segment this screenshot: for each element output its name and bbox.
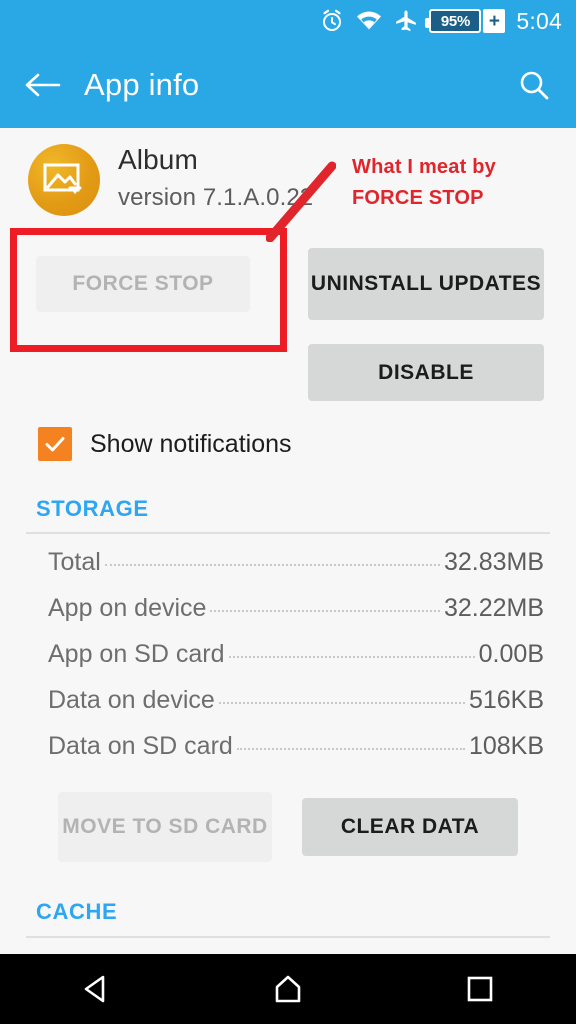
table-row: Data on SD card 108KB <box>0 732 576 778</box>
album-app-icon <box>28 144 100 216</box>
table-row: Data on device 516KB <box>0 686 576 732</box>
table-row: Total 32.83MB <box>0 548 576 594</box>
storage-rows-list: Total 32.83MB App on device 32.22MB App … <box>0 548 576 778</box>
airplane-mode-icon <box>394 9 418 33</box>
storage-row-label: Total <box>48 548 101 576</box>
cache-divider <box>26 936 550 938</box>
storage-row-label: Data on SD card <box>48 732 233 760</box>
checkbox-checked-icon[interactable] <box>38 427 72 461</box>
storage-row-value: 0.00B <box>478 640 544 668</box>
app-version-label: version 7.1.A.0.22 <box>118 184 314 211</box>
force-stop-button[interactable]: FORCE STOP <box>36 256 250 312</box>
annotation-line-1: What I meat by <box>352 156 496 178</box>
storage-divider <box>26 532 550 534</box>
nav-recents-icon[interactable] <box>420 954 540 1024</box>
show-notifications-row[interactable]: Show notifications <box>38 427 292 461</box>
table-row: App on device 32.22MB <box>0 594 576 640</box>
battery-percent-label: 95% <box>440 12 470 30</box>
disable-button[interactable]: DISABLE <box>308 344 544 401</box>
leader-dots <box>236 748 465 750</box>
storage-row-value: 32.22MB <box>443 594 544 622</box>
storage-section-header: STORAGE <box>36 496 149 521</box>
leader-dots <box>228 656 475 658</box>
uninstall-updates-button[interactable]: UNINSTALL UPDATES <box>308 248 544 320</box>
storage-row-label: App on SD card <box>48 640 225 668</box>
leader-dots <box>218 702 465 704</box>
app-name-label: Album <box>118 144 198 175</box>
storage-row-value: 32.83MB <box>443 548 544 576</box>
battery-charging-plus: + <box>483 9 506 33</box>
storage-row-label: Data on device <box>48 686 215 714</box>
leader-dots <box>210 610 440 612</box>
table-row: App on SD card 0.00B <box>0 640 576 686</box>
storage-row-value: 108KB <box>468 732 544 760</box>
wifi-icon <box>355 10 383 32</box>
app-bar: App info <box>0 42 576 128</box>
cache-section-header: CACHE <box>36 899 118 924</box>
leader-dots <box>104 564 440 566</box>
battery-icon: 95% + <box>425 9 506 33</box>
page-title: App info <box>84 67 200 102</box>
show-notifications-label: Show notifications <box>90 429 292 458</box>
status-bar-clock: 5:04 <box>516 7 562 34</box>
move-to-sd-card-button[interactable]: MOVE TO SD CARD <box>58 792 272 862</box>
nav-home-icon[interactable] <box>228 954 348 1024</box>
annotation-line-2: FORCE STOP <box>352 187 484 209</box>
storage-row-value: 516KB <box>468 686 544 714</box>
alarm-icon <box>320 9 344 33</box>
app-info-screen: 95% + 5:04 App info Album version 7.1.A.… <box>0 0 576 1024</box>
nav-back-icon[interactable] <box>36 954 156 1024</box>
back-arrow-icon[interactable] <box>0 70 84 100</box>
status-bar: 95% + 5:04 <box>0 0 576 42</box>
search-icon[interactable] <box>492 67 576 103</box>
clear-data-button[interactable]: CLEAR DATA <box>302 798 518 856</box>
android-navigation-bar <box>0 954 576 1024</box>
storage-row-label: App on device <box>48 594 207 622</box>
annotation-text: What I meat by FORCE STOP <box>352 152 496 214</box>
